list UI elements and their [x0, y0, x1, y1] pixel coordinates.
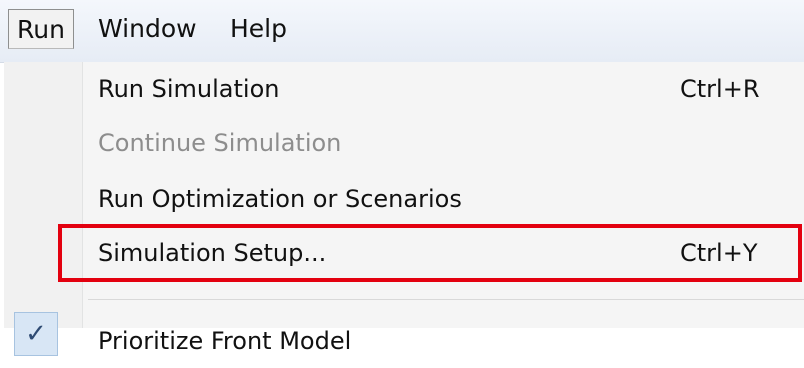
menu-run[interactable]: Run: [8, 9, 74, 49]
run-menu-dropdown: Run Simulation Ctrl+R Continue Simulatio…: [4, 62, 804, 356]
menu-item-label: Run Simulation: [98, 75, 280, 103]
menu-item-simulation-setup[interactable]: Simulation Setup... Ctrl+Y: [84, 226, 804, 280]
menu-help[interactable]: Help: [222, 9, 295, 49]
menu-item-prioritize-front-model[interactable]: Prioritize Front Model: [84, 314, 804, 368]
menu-separator: [88, 299, 804, 300]
menu-item-label: Continue Simulation: [98, 129, 342, 157]
menu-bar: Run Window Help: [0, 0, 804, 63]
menu-item-label: Prioritize Front Model: [98, 327, 352, 355]
menu-item-shortcut: Ctrl+R: [680, 75, 760, 103]
menu-item-label: Run Optimization or Scenarios: [98, 185, 462, 213]
checkmark-icon: ✓: [14, 312, 58, 356]
menu-item-run-simulation[interactable]: Run Simulation Ctrl+R: [84, 62, 804, 116]
menu-item-run-optimization[interactable]: Run Optimization or Scenarios: [84, 172, 804, 226]
menu-item-continue-simulation: Continue Simulation: [84, 116, 804, 170]
menu-item-label: Simulation Setup...: [98, 239, 327, 267]
menu-window[interactable]: Window: [90, 9, 205, 49]
menu-item-shortcut: Ctrl+Y: [680, 239, 758, 267]
menu-icon-gutter: [4, 62, 83, 328]
